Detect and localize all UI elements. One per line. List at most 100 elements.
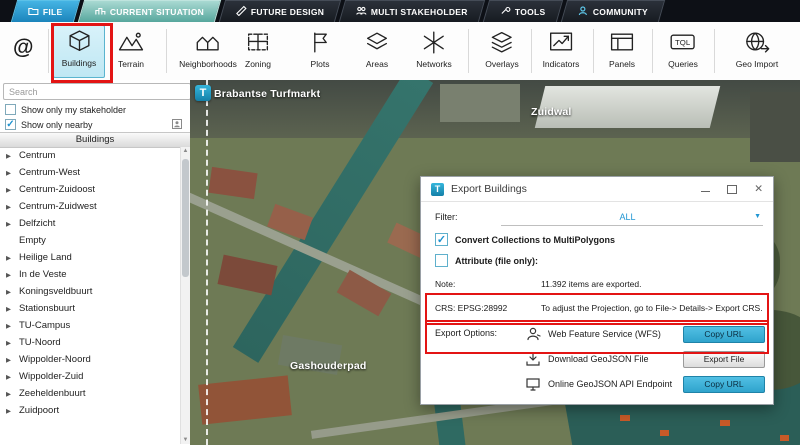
filter-row: Filter: ALL ▼: [435, 209, 763, 225]
list-item[interactable]: ▶Centrum-Zuidoost: [0, 181, 181, 198]
export-row-2: Online GeoJSON API EndpointCopy URL: [525, 374, 765, 394]
list-item[interactable]: ▶Wippolder-Noord: [0, 351, 181, 368]
map-street-label: Brabantse Turfmarkt: [214, 88, 320, 100]
ribbon-item-networks[interactable]: Networks: [416, 27, 451, 69]
dialog-titlebar[interactable]: T Export Buildings ✕: [421, 177, 773, 202]
tab-file[interactable]: FILE: [11, 0, 80, 22]
tab-current-situation[interactable]: CURRENT SITUATION: [77, 0, 221, 22]
networks-icon: [421, 27, 448, 57]
list-item[interactable]: ▶Zuidpoort: [0, 402, 181, 419]
list-item-label: TU-Campus: [19, 320, 70, 331]
list-item[interactable]: ▶Heilige Land: [0, 249, 181, 266]
tab-future-design[interactable]: FUTURE DESIGN: [219, 0, 342, 22]
list-item-label: Wippolder-Zuid: [19, 371, 83, 382]
map-street-label: Gashouderpad: [290, 360, 367, 372]
ribbon-item-label: Zoning: [245, 59, 271, 69]
tab-multi-stakeholder[interactable]: MULTI STAKEHOLDER: [339, 0, 485, 22]
maximize-icon[interactable]: [727, 185, 737, 194]
chevron-right-icon: ▶: [6, 356, 13, 364]
chevron-right-icon: ▶: [6, 305, 13, 313]
chevron-right-icon: ▶: [6, 339, 13, 347]
scrollbar-thumb[interactable]: [182, 159, 189, 277]
export-file-button[interactable]: Export File: [683, 351, 765, 368]
scroll-up-icon[interactable]: ▲: [181, 148, 190, 154]
list-item[interactable]: ▶Centrum-Zuidwest: [0, 198, 181, 215]
list-item[interactable]: ▶Wippolder-Zuid: [0, 368, 181, 385]
download-icon: [525, 351, 541, 367]
ribbon-item-label: Buildings: [62, 58, 97, 68]
ribbon-item-queries[interactable]: TQLQueries: [668, 27, 698, 69]
tab-label: FILE: [43, 7, 63, 17]
attribute-checkbox-row: Attribute (file only):: [435, 254, 538, 267]
minimize-icon[interactable]: [701, 190, 710, 192]
list-item-label: TU-Noord: [19, 337, 61, 348]
note-row: Note: 11.392 items are exported.: [435, 276, 763, 292]
people-icon: [356, 5, 367, 18]
export-buildings-dialog: T Export Buildings ✕ Filter: ALL ▼ ✓ Con…: [420, 176, 774, 405]
ribbon-item-zoning[interactable]: Zoning: [245, 27, 272, 69]
ribbon-item-plots[interactable]: Plots: [307, 27, 334, 69]
ribbon-item-panels[interactable]: Panels: [609, 27, 636, 69]
list-item[interactable]: ▶ TU-Noord: [0, 334, 181, 351]
list-item[interactable]: ▶Koningsveldbuurt: [0, 283, 181, 300]
close-icon[interactable]: ✕: [754, 184, 763, 194]
list-item[interactable]: ▶ TU-Campus: [0, 317, 181, 334]
list-item[interactable]: ▶Centrum-West: [0, 164, 181, 181]
multipolygons-checkbox[interactable]: ✓: [435, 233, 448, 246]
buildings-list-header: Buildings: [0, 132, 190, 148]
city-icon: [94, 5, 105, 18]
list-item-label: Empty: [19, 235, 46, 246]
ribbon-separator: [652, 29, 653, 73]
assistant-icon[interactable]: @: [13, 36, 33, 60]
zoning-icon: [245, 27, 272, 57]
ribbon-item-label: Plots: [311, 59, 330, 69]
ribbon-item-geo-import[interactable]: Geo Import: [736, 27, 779, 69]
chevron-right-icon: ▶: [6, 322, 13, 330]
tab-label: COMMUNITY: [593, 7, 648, 17]
list-item[interactable]: ▶Zeeheldenbuurt: [0, 385, 181, 402]
ribbon-item-label: Queries: [668, 59, 698, 69]
ribbon-item-neighborhoods[interactable]: Neighborhoods: [179, 27, 237, 69]
map-building: [217, 255, 277, 296]
export-row-label: Download GeoJSON File: [548, 354, 649, 364]
chevron-right-icon: ▶: [6, 271, 13, 279]
search-input[interactable]: [3, 83, 191, 100]
copy-url-button[interactable]: Copy URL: [683, 376, 765, 393]
note-label: Note:: [435, 279, 541, 289]
list-item-label: Zeeheldenbuurt: [19, 388, 86, 399]
ribbon-item-label: Networks: [416, 59, 451, 69]
tab-tools[interactable]: TOOLS: [483, 0, 563, 22]
copy-url-button[interactable]: Copy URL: [683, 326, 765, 343]
ribbon-item-areas[interactable]: Areas: [364, 27, 391, 69]
checkbox-icon[interactable]: ✓: [5, 119, 16, 130]
ribbon-item-overlays[interactable]: Overlays: [485, 27, 519, 69]
filter-checkbox-row-1[interactable]: ✓Show only nearby: [0, 117, 188, 132]
map-street-label: Zuidwal: [531, 106, 571, 118]
terrain-icon: [118, 27, 145, 57]
chevron-right-icon: ▶: [6, 152, 13, 160]
ribbon-separator: [48, 29, 49, 73]
tab-label: FUTURE DESIGN: [251, 7, 324, 17]
ribbon-separator: [166, 29, 167, 73]
list-item[interactable]: ▶Centrum: [0, 147, 181, 164]
map-building: [440, 84, 520, 122]
sidebar-scrollbar[interactable]: ▲ ▼: [180, 147, 190, 444]
checkbox-icon[interactable]: [5, 104, 16, 115]
tab-community[interactable]: COMMUNITY: [561, 0, 665, 22]
ribbon-item-terrain[interactable]: Terrain: [118, 27, 145, 69]
scroll-down-icon[interactable]: ▼: [181, 437, 190, 443]
filter-label: Show only my stakeholder: [21, 105, 126, 115]
ribbon-item-indicators[interactable]: Indicators: [543, 27, 580, 69]
list-item[interactable]: ▶Empty: [0, 232, 181, 249]
tab-label: MULTI STAKEHOLDER: [371, 7, 468, 17]
divider: [425, 320, 769, 321]
filter-checkbox-row-0[interactable]: Show only my stakeholder: [0, 102, 188, 117]
ribbon-item-label: Terrain: [118, 59, 144, 69]
ribbon-item-buildings[interactable]: Buildings: [53, 25, 105, 78]
attribute-checkbox[interactable]: [435, 254, 448, 267]
filter-dropdown[interactable]: ALL ▼: [501, 209, 763, 226]
list-item[interactable]: ▶Stationsbuurt: [0, 300, 181, 317]
chevron-right-icon: ▶: [6, 220, 13, 228]
list-item[interactable]: ▶In de Veste: [0, 266, 181, 283]
list-item[interactable]: ▶Delfzicht: [0, 215, 181, 232]
